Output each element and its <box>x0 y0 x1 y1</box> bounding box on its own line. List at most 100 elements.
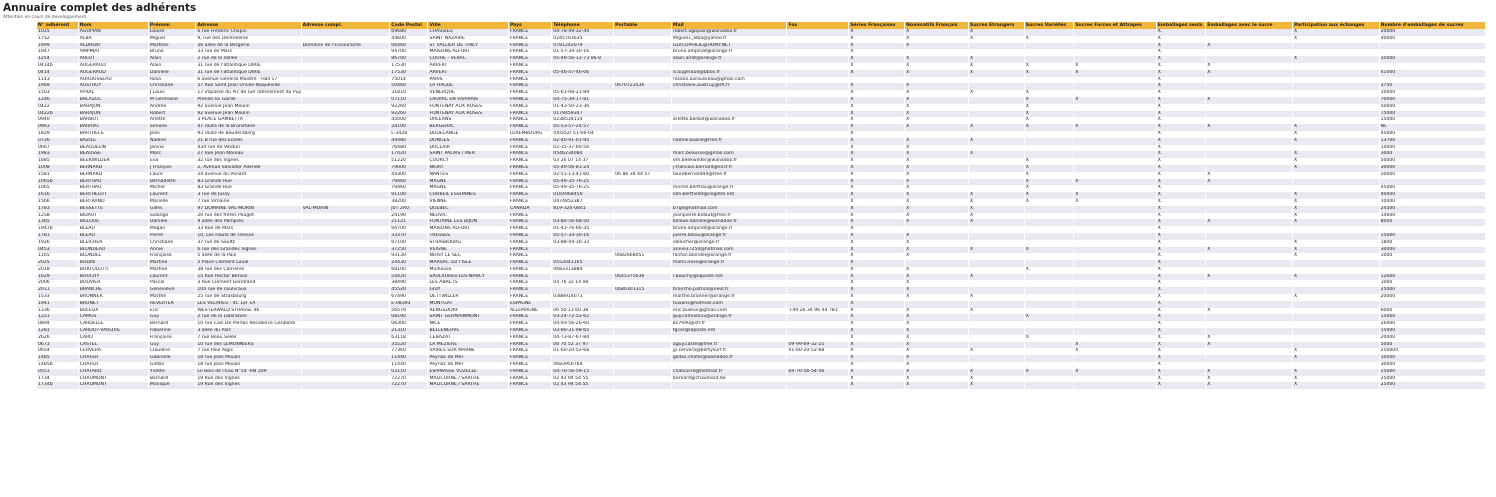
table-cell <box>1073 253 1157 261</box>
table-cell: 06 70 52 37 97 <box>551 341 615 349</box>
table-cell <box>968 164 1025 172</box>
page-title: Annuaire complet des adhérents <box>3 2 197 14</box>
table-cell <box>301 35 391 43</box>
table-cell: BAZILE <box>78 137 149 145</box>
table-cell <box>1292 287 1380 295</box>
table-cell <box>301 62 391 70</box>
table-cell: NIORT <box>427 164 509 172</box>
table-cell: 15000 <box>1379 117 1487 125</box>
table-cell: X <box>904 205 970 213</box>
table-cell: LA HAGUE <box>427 83 509 91</box>
table-cell: X <box>1205 178 1293 186</box>
table-cell: X <box>904 137 970 145</box>
table-cell <box>1024 212 1075 220</box>
table-cell: X <box>1156 280 1207 288</box>
table-cell: X <box>904 171 970 179</box>
table-cell: 19 Rue des Vignes <box>195 382 302 390</box>
table-cell: Danielle <box>148 69 197 77</box>
table-cell: 1281 <box>37 328 79 335</box>
table-cell <box>1205 103 1293 111</box>
table-cell: 51220 <box>389 158 429 165</box>
table-row: 1829 BARTHELS Jean 93 route de Boudersberg L… <box>37 130 1487 138</box>
table-row: 0414b AUGERAUD Alain 31 rue de l'atlantique… <box>37 62 1487 70</box>
table-cell: X <box>848 348 906 356</box>
table-cell <box>613 56 672 63</box>
table-cell <box>786 239 850 247</box>
table-cell: X <box>968 69 1025 77</box>
table-cell: X <box>1292 35 1380 43</box>
table-cell <box>301 375 391 383</box>
table-cell: 01-60-20-52-68 <box>786 348 850 356</box>
table-cell: X <box>1024 192 1075 199</box>
table-cell: X <box>1156 321 1207 329</box>
table-cell <box>786 178 850 186</box>
table-cell: AUGERAUD <box>78 69 149 77</box>
table-cell <box>1073 117 1157 125</box>
table-cell: guy.camus652@orange.fr <box>671 314 788 322</box>
table-row: 1365 BILLOUE Danièle 9 allée des Pampres 211… <box>37 219 1487 227</box>
table-cell: CHASSIEU <box>427 29 509 36</box>
table-cell <box>1073 185 1157 193</box>
table-cell: 21 B rue des Ecoles <box>195 137 302 145</box>
table-cell: MAISONS ALFORT <box>427 226 509 233</box>
table-cell <box>786 314 850 322</box>
table-cell: FRANCE <box>508 151 553 159</box>
table-cell: 94700 <box>389 49 429 57</box>
table-cell <box>613 144 672 152</box>
table-cell: Marc <box>148 151 197 159</box>
table-cell: X <box>1156 164 1207 172</box>
column-header: Séries Françaises <box>848 22 906 29</box>
table-cell <box>1292 42 1380 50</box>
table-cell: 1503 <box>37 90 79 97</box>
table-cell <box>1292 280 1380 288</box>
table-cell: 1629 <box>37 273 79 281</box>
table-cell: Gildas <box>148 362 197 369</box>
table-cell: 02 43 94 54 55 <box>551 375 615 383</box>
column-header: Adresse <box>195 22 302 29</box>
table-cell: Bruno <box>148 49 197 57</box>
table-cell <box>1024 321 1075 329</box>
table-cell: 15000 <box>1379 328 1487 335</box>
table-cell <box>968 49 1025 57</box>
table-cell <box>1292 171 1380 179</box>
table-cell <box>1024 253 1075 261</box>
table-cell: X <box>848 239 906 247</box>
table-cell <box>613 185 672 193</box>
table-cell <box>968 355 1025 363</box>
table-cell <box>1205 253 1293 261</box>
table-cell <box>968 334 1025 342</box>
table-cell: GLVCOPHILIE@HUMY.NET <box>671 42 788 50</box>
table-cell: MONTGAT <box>427 300 509 308</box>
table-cell: X <box>968 382 1025 390</box>
table-cell <box>613 382 672 390</box>
table-cell: 3 rue de Jussy <box>195 192 302 199</box>
table-cell: pierre.bleau@orange.fr <box>671 232 788 240</box>
table-cell: 93130 <box>389 253 429 261</box>
table-cell: 92260 <box>389 103 429 111</box>
table-cell <box>1292 103 1380 111</box>
table-cell <box>786 300 850 308</box>
table-cell <box>301 253 391 261</box>
table-cell: 93 route de Boudersberg <box>195 130 302 138</box>
table-cell <box>968 232 1025 240</box>
table-cell <box>1073 300 1157 308</box>
table-cell: X <box>904 212 970 220</box>
table-cell <box>301 260 391 267</box>
table-cell <box>613 300 672 308</box>
table-cell <box>968 171 1025 179</box>
table-cell: X <box>848 103 906 111</box>
table-cell: 03110 <box>389 368 429 376</box>
table-cell <box>301 198 391 206</box>
table-cell: X <box>848 226 906 233</box>
table-cell: X <box>1156 287 1207 295</box>
table-cell: Mulhouse <box>427 266 509 274</box>
table-cell: 6000 <box>1379 307 1487 315</box>
table-cell <box>1379 226 1487 233</box>
table-cell: X <box>848 246 906 254</box>
column-header: N° adhérent <box>37 22 79 29</box>
table-cell: X <box>848 29 906 36</box>
table-cell: 1000 <box>1379 253 1487 261</box>
table-cell <box>613 307 672 315</box>
table-cell: FRANCE <box>508 62 553 70</box>
table-cell <box>1205 232 1293 240</box>
